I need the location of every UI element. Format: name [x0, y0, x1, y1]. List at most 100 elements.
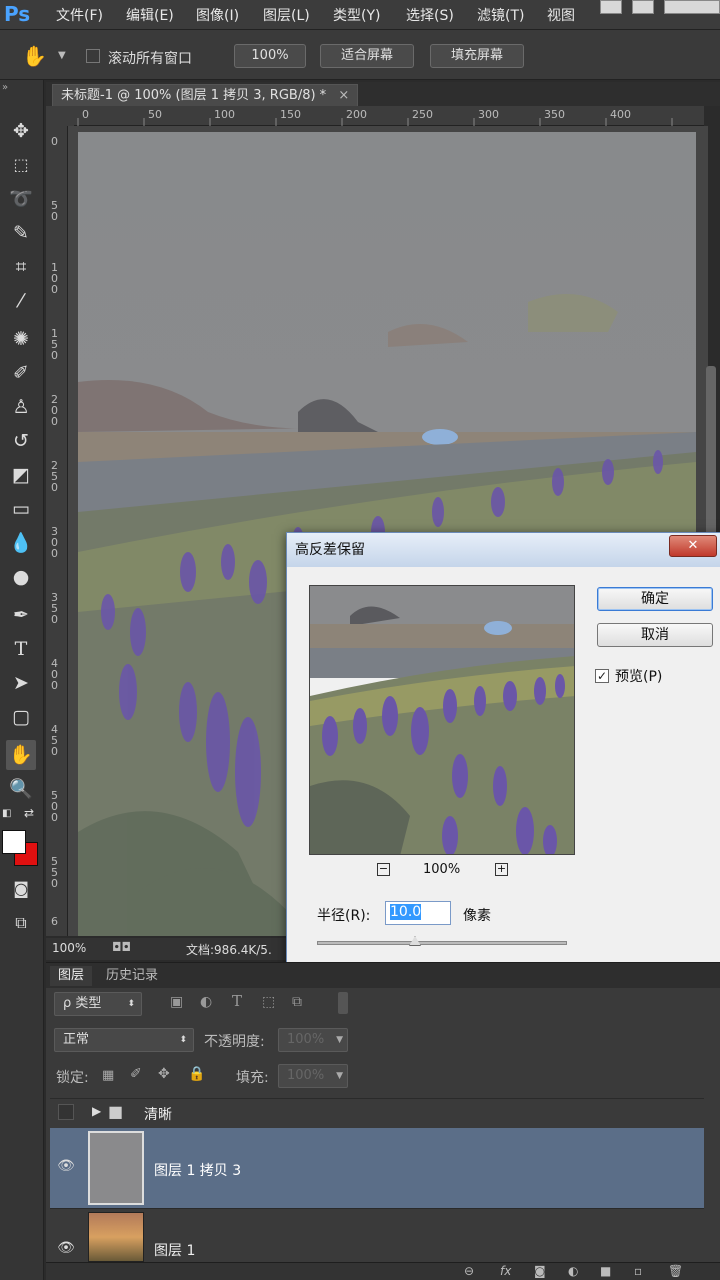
menu-edit[interactable]: 编辑(E) [126, 5, 174, 25]
gradient-tool-icon[interactable]: ▭ [6, 494, 36, 524]
panel-collapse-icon[interactable]: » [2, 82, 8, 93]
marquee-tool-icon[interactable]: ⬚ [6, 150, 36, 180]
radius-input[interactable]: 10.0 [385, 901, 451, 925]
hand-tool-active-icon[interactable]: ✋ [6, 740, 36, 770]
filter-preview[interactable] [309, 585, 575, 855]
status-info-icon[interactable]: ◘◘ [112, 940, 131, 954]
tab-layers[interactable]: 图层 [50, 966, 93, 986]
layer-thumbnail[interactable] [88, 1212, 144, 1262]
lock-transparent-icon[interactable]: ▦ [102, 1068, 114, 1083]
link-layers-icon[interactable]: ⊖ [464, 1264, 474, 1278]
expand-arrow-icon[interactable]: ▶ [92, 1104, 101, 1118]
layer-name[interactable]: 清晰 [144, 1104, 172, 1124]
layer-name[interactable]: 图层 1 拷贝 3 [154, 1160, 241, 1180]
actual-pixels-button[interactable]: 100% [234, 44, 306, 68]
document-tab-title: 未标题-1 @ 100% (图层 1 拷贝 3, RGB/8) * [61, 88, 327, 103]
lock-position-icon[interactable]: ✥ [158, 1066, 170, 1082]
filter-smart-object-icon[interactable]: ⧉ [292, 994, 302, 1010]
type-tool-icon[interactable]: T [6, 634, 36, 664]
layers-panel-footer [46, 1262, 720, 1280]
document-tab[interactable]: 未标题-1 @ 100% (图层 1 拷贝 3, RGB/8) * × [52, 84, 359, 106]
dodge-tool-icon[interactable]: ● [6, 562, 36, 592]
foreground-color-swatch[interactable] [2, 830, 26, 854]
menu-view[interactable]: 视图 [547, 5, 575, 25]
scroll-all-checkbox[interactable] [86, 49, 100, 63]
zoom-out-icon[interactable]: − [377, 863, 390, 876]
screen-mode-icon[interactable]: ⧉ [6, 908, 36, 938]
history-brush-tool-icon[interactable]: ↺ [6, 426, 36, 456]
clone-stamp-tool-icon[interactable]: ♙ [6, 392, 36, 422]
default-colors-icon[interactable]: ◧ [2, 808, 11, 819]
layer-filter-select[interactable]: ρ 类型 ⬍ [54, 992, 142, 1016]
new-layer-icon[interactable]: ▫ [634, 1264, 642, 1278]
move-tool-icon[interactable]: ✥ [6, 116, 36, 146]
layer-style-icon[interactable]: fx [500, 1264, 511, 1278]
menu-select[interactable]: 选择(S) [406, 5, 454, 25]
dialog-close-button[interactable]: ✕ [669, 535, 717, 557]
ruler-origin[interactable] [46, 106, 74, 126]
chevron-down-icon[interactable]: ▼ [336, 1029, 343, 1051]
adjustment-layer-icon[interactable]: ◐ [568, 1264, 578, 1278]
menu-type[interactable]: 类型(Y) [333, 5, 380, 25]
menu-filter[interactable]: 滤镜(T) [477, 5, 524, 25]
layer-thumbnail[interactable] [88, 1131, 144, 1205]
horizontal-ruler[interactable]: 0 50 100 150 200 250 300 350 400 [74, 106, 704, 126]
quick-select-tool-icon[interactable]: ✎ [6, 218, 36, 248]
delete-layer-icon[interactable]: 🗑 [668, 1264, 683, 1278]
pen-tool-icon[interactable]: ✒ [6, 600, 36, 630]
eye-icon[interactable]: 👁 [56, 1240, 76, 1256]
fit-screen-button[interactable]: 适合屏幕 [320, 44, 414, 68]
blend-mode-select[interactable]: 正常 ⬍ [54, 1028, 194, 1052]
filter-toggle-switch[interactable] [338, 992, 348, 1014]
filter-pixel-icon[interactable]: ▣ [170, 994, 183, 1010]
preview-checkbox[interactable]: ✓ [595, 669, 609, 683]
brush-tool-icon[interactable]: ✐ [6, 358, 36, 388]
layer-name[interactable]: 图层 1 [154, 1240, 195, 1260]
tool-preset-chevron-icon[interactable]: ▼ [58, 50, 66, 61]
tab-history[interactable]: 历史记录 [98, 966, 166, 986]
swap-colors-icon[interactable]: ⇄ [24, 806, 34, 820]
opacity-input[interactable]: 100% ▼ [278, 1028, 348, 1052]
eyedropper-tool-icon[interactable]: ⁄ [6, 286, 36, 316]
add-mask-icon[interactable]: ◙ [534, 1264, 546, 1278]
filter-adjustment-icon[interactable]: ◐ [200, 994, 212, 1010]
chevron-down-icon[interactable]: ▼ [336, 1065, 343, 1087]
zoom-level[interactable]: 100% [52, 941, 86, 955]
new-group-icon[interactable]: ■ [600, 1264, 611, 1278]
shape-tool-icon[interactable]: ▢ [6, 702, 36, 732]
healing-brush-tool-icon[interactable]: ✺ [6, 324, 36, 354]
menu-file[interactable]: 文件(F) [56, 5, 103, 25]
zoom-in-icon[interactable]: + [495, 863, 508, 876]
ok-button[interactable]: 确定 [597, 587, 713, 611]
blur-tool-icon[interactable]: 💧 [6, 528, 36, 558]
fill-screen-button[interactable]: 填充屏幕 [430, 44, 524, 68]
lock-all-icon[interactable]: 🔒 [188, 1066, 205, 1082]
visibility-toggle-empty[interactable] [58, 1104, 74, 1120]
cancel-button[interactable]: 取消 [597, 623, 713, 647]
close-tab-icon[interactable]: × [338, 88, 349, 103]
maximize-button[interactable] [632, 0, 654, 14]
document-size: 文档:986.4K/5. [186, 943, 272, 957]
menu-layer[interactable]: 图层(L) [263, 5, 310, 25]
close-window-button[interactable] [664, 0, 720, 14]
crop-tool-icon[interactable]: ⌗ [6, 252, 36, 282]
fill-input[interactable]: 100% ▼ [278, 1064, 348, 1088]
quick-mask-icon[interactable]: ◙ [6, 874, 36, 904]
lasso-tool-icon[interactable]: ➰ [6, 184, 36, 214]
hand-tool-icon[interactable]: ✋ [22, 44, 47, 68]
menu-image[interactable]: 图像(I) [196, 5, 239, 25]
zoom-tool-icon[interactable]: 🔍 [6, 774, 36, 804]
path-select-tool-icon[interactable]: ➤ [6, 668, 36, 698]
vertical-scrollbar[interactable] [706, 366, 716, 536]
radius-slider[interactable] [317, 941, 567, 945]
vertical-ruler[interactable]: 0 5 0 1 0 0 1 5 0 2 0 0 2 5 0 3 0 0 3 5 … [46, 126, 68, 936]
ruler-v-label: 5 5 0 [51, 855, 58, 890]
filter-type-icon[interactable]: T [232, 992, 242, 1010]
lock-pixels-icon[interactable]: ✐ [130, 1066, 142, 1082]
filter-shape-icon[interactable]: ⬚ [262, 994, 275, 1010]
layer-row[interactable] [50, 1208, 704, 1264]
layer-row-selected[interactable] [50, 1128, 704, 1208]
eraser-tool-icon[interactable]: ◩ [6, 460, 36, 490]
eye-icon[interactable]: 👁 [56, 1158, 76, 1174]
minimize-button[interactable] [600, 0, 622, 14]
